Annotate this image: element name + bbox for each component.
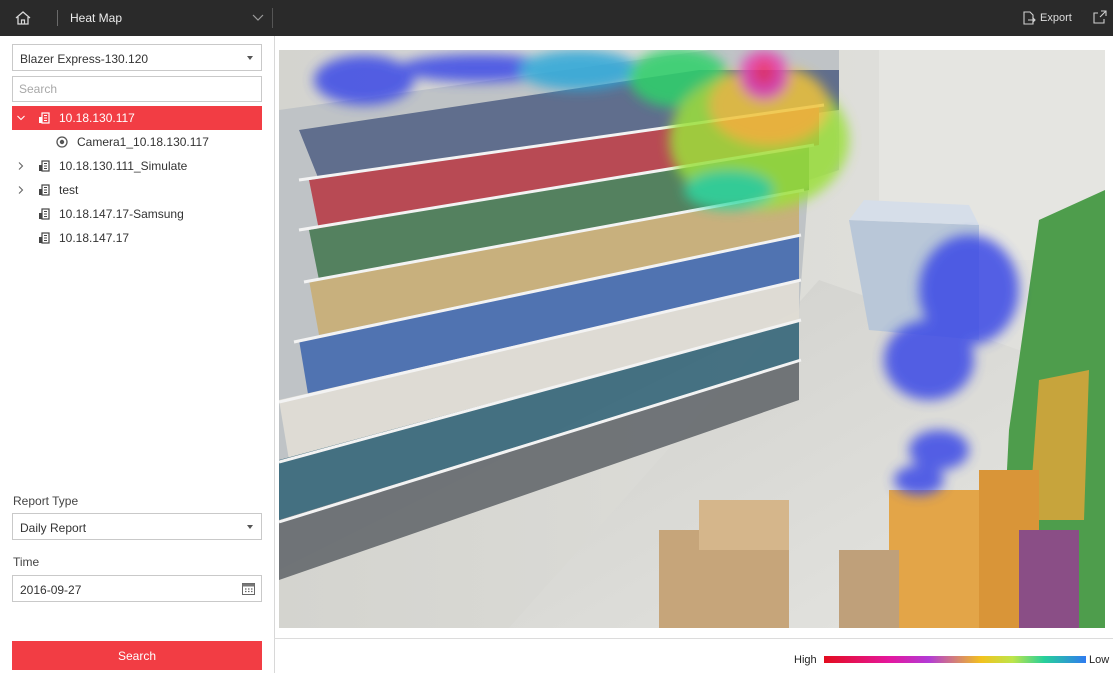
tree-item-label: 10.18.130.117 xyxy=(59,111,135,125)
store-scene xyxy=(279,50,1105,628)
page-title: Heat Map xyxy=(70,11,123,25)
tree-item-test[interactable]: test xyxy=(12,178,262,202)
divider xyxy=(274,638,1113,639)
building-icon xyxy=(39,184,50,196)
building-icon xyxy=(39,208,50,220)
date-field[interactable]: 2016-09-27 xyxy=(12,575,262,602)
caret-down-icon xyxy=(247,56,253,60)
report-type-value: Daily Report xyxy=(20,521,87,535)
report-type-select[interactable]: Daily Report xyxy=(12,513,262,540)
search-button[interactable]: Search xyxy=(12,641,262,670)
chevron-down-icon[interactable] xyxy=(16,113,26,123)
legend-low-label: Low xyxy=(1089,654,1110,666)
chevron-right-icon[interactable] xyxy=(16,185,26,195)
popout-icon[interactable] xyxy=(1093,10,1107,24)
heatmap-image xyxy=(279,50,1105,628)
tree-item-label: 10.18.147.17-Samsung xyxy=(59,207,184,221)
left-panel: Blazer Express-130.120 10.18.130.117 Cam… xyxy=(0,36,275,673)
calendar-icon[interactable] xyxy=(242,582,255,595)
report-type-label: Report Type xyxy=(13,494,79,508)
chevron-down-icon[interactable] xyxy=(252,12,264,22)
heat-legend-bar xyxy=(824,656,1086,663)
export-icon xyxy=(1023,11,1036,25)
device-select[interactable]: Blazer Express-130.120 xyxy=(12,44,262,71)
tree-item-camera1[interactable]: Camera1_10.18.130.117 xyxy=(12,130,262,154)
chevron-right-icon[interactable] xyxy=(16,161,26,171)
legend-high-label: High xyxy=(794,654,817,666)
tree-item-10-18-147-17[interactable]: 10.18.147.17 xyxy=(12,226,262,250)
camera-icon xyxy=(56,136,68,148)
building-icon xyxy=(39,160,50,172)
divider xyxy=(57,10,58,26)
building-icon xyxy=(39,112,50,124)
building-icon xyxy=(39,232,50,244)
date-value: 2016-09-27 xyxy=(20,583,82,597)
tree-item-label: test xyxy=(59,183,79,197)
divider xyxy=(272,8,273,28)
caret-down-icon xyxy=(247,525,253,529)
tree-item-samsung[interactable]: 10.18.147.17-Samsung xyxy=(12,202,262,226)
device-select-value: Blazer Express-130.120 xyxy=(20,52,149,66)
tree-item-label: Camera1_10.18.130.117 xyxy=(77,135,209,149)
export-button[interactable]: Export xyxy=(1021,9,1072,27)
device-tree: 10.18.130.117 Camera1_10.18.130.117 10.1… xyxy=(12,106,262,250)
tree-item-simulate[interactable]: 10.18.130.111_Simulate xyxy=(12,154,262,178)
time-label: Time xyxy=(13,555,40,569)
tree-item-label: 10.18.147.17 xyxy=(59,231,130,245)
search-input[interactable] xyxy=(12,76,262,102)
top-bar: Heat Map Export xyxy=(0,0,1113,36)
tree-item-10-18-130-117[interactable]: 10.18.130.117 xyxy=(12,106,262,130)
export-label: Export xyxy=(1040,12,1072,24)
tree-item-label: 10.18.130.111_Simulate xyxy=(59,159,188,173)
home-icon[interactable] xyxy=(14,9,32,27)
